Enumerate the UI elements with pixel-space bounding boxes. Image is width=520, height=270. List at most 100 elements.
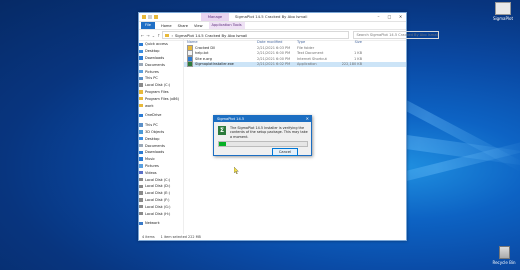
- drive-icon: [139, 177, 143, 182]
- file-name-cell: SigmaplotInstaller.exe: [187, 61, 257, 68]
- file-type: Text Document: [297, 51, 324, 56]
- close-button[interactable]: ✕: [395, 13, 406, 21]
- document-icon: [139, 63, 143, 67]
- file-date: 2/21/2021 6:00 PM: [257, 51, 291, 56]
- folder-icon: [139, 90, 143, 94]
- column-header-size[interactable]: Size: [332, 40, 362, 44]
- nav-item[interactable]: Documents: [139, 142, 183, 149]
- nav-item-label: This PC: [145, 123, 158, 128]
- folder-icon: [142, 15, 146, 19]
- nav-item[interactable]: This PC: [139, 122, 183, 129]
- navigation-pane: Quick access Desktop Downloads Documents Pic…: [139, 39, 184, 234]
- cube-icon: [139, 130, 143, 134]
- nav-item[interactable]: Local Disk (C:): [139, 176, 183, 183]
- installer-icon: [187, 61, 193, 68]
- nav-item-label: Local Disk (E:): [145, 191, 170, 196]
- maximize-button[interactable]: □: [384, 13, 395, 21]
- nav-item-label: Music: [145, 157, 155, 162]
- picture-icon: [139, 69, 143, 74]
- star-icon: [139, 42, 143, 47]
- nav-item-label: 3D Objects: [145, 129, 165, 134]
- tab-home[interactable]: Home: [161, 24, 172, 28]
- recent-locations-icon[interactable]: ⌄: [152, 33, 155, 38]
- nav-item[interactable]: Local Disk (H:): [139, 210, 183, 217]
- ribbon-tabs: File Home Share View Application Tools: [139, 22, 406, 30]
- folder-icon: [139, 97, 143, 101]
- nav-item-label: Quick access: [145, 42, 168, 47]
- nav-item[interactable]: Documents: [139, 61, 183, 68]
- nav-item-label: Pictures: [145, 163, 159, 168]
- nav-item[interactable]: Videos: [139, 169, 183, 176]
- folder-icon: [165, 33, 170, 37]
- column-header-type[interactable]: Type: [297, 40, 332, 44]
- file-date: 2/21/2021 6:00 PM: [257, 56, 291, 61]
- desktop-icon-recycle-bin[interactable]: Recycle Bin: [489, 246, 519, 265]
- cancel-button[interactable]: Cancel: [272, 148, 298, 156]
- minimize-button[interactable]: –: [373, 13, 384, 21]
- tab-application-tools[interactable]: Application Tools: [208, 22, 245, 29]
- nav-item-label: Program Files: [145, 89, 169, 94]
- tab-file[interactable]: File: [141, 22, 156, 29]
- video-icon: [139, 171, 143, 175]
- column-header-date[interactable]: Date modified: [257, 40, 297, 44]
- nav-item[interactable]: Local Disk (E:): [139, 190, 183, 197]
- download-icon: [139, 56, 143, 60]
- nav-item[interactable]: This PC: [139, 75, 183, 82]
- tab-manage[interactable]: Manage: [201, 13, 229, 21]
- search-input[interactable]: Search SigmaPlot 14.5 Cracked By Abo Ism…: [353, 31, 440, 39]
- nav-item[interactable]: Local Disk (G:): [139, 203, 183, 210]
- file-size: 1 KB: [353, 51, 362, 56]
- dialog-message: The SigmaPlot 14.5 Installer is verifyin…: [230, 126, 308, 139]
- nav-item[interactable]: Desktop: [139, 135, 183, 142]
- nav-item-label: Pictures: [145, 69, 159, 74]
- address-path: SigmaPlot 14.5 Cracked By Abo Ismail: [174, 32, 248, 38]
- selection-info: 1 item selected 222 MB: [160, 235, 201, 239]
- nav-item[interactable]: OneDrive: [139, 112, 183, 119]
- nav-item[interactable]: Pictures: [139, 163, 183, 170]
- nav-item[interactable]: Network: [139, 220, 183, 227]
- music-icon: [139, 157, 143, 161]
- installer-icon: Σ: [218, 126, 226, 135]
- nav-item-label: This PC: [145, 76, 158, 81]
- file-row[interactable]: SigmaplotInstaller.exe 2/21/2021 6:02 PM A…: [184, 61, 406, 68]
- file-name: Site e.org: [195, 56, 212, 61]
- download-icon: [139, 150, 143, 155]
- nav-item[interactable]: work: [139, 102, 183, 109]
- file-type: File folder: [297, 45, 315, 50]
- nav-item[interactable]: Music: [139, 156, 183, 163]
- nav-item[interactable]: Program Files: [139, 89, 183, 96]
- tab-view[interactable]: View: [194, 24, 203, 28]
- nav-item[interactable]: Local Disk (F:): [139, 197, 183, 204]
- nav-item[interactable]: Pictures: [139, 68, 183, 75]
- nav-item[interactable]: 3D Objects: [139, 129, 183, 136]
- file-name: Cracked Dll: [195, 45, 215, 50]
- app-icon: [495, 2, 511, 15]
- nav-item[interactable]: Downloads: [139, 55, 183, 62]
- back-arrow-icon[interactable]: ←: [141, 33, 144, 38]
- desktop-icon-sigmaplot[interactable]: SigmaPlot: [488, 2, 518, 21]
- properties-icon[interactable]: [148, 15, 152, 19]
- nav-item-label: Desktop: [145, 49, 160, 54]
- nav-item-label: Local Disk (G:): [145, 204, 171, 209]
- up-arrow-icon[interactable]: ↑: [157, 33, 160, 38]
- drive-icon: [139, 198, 143, 202]
- nav-item[interactable]: Local Disk (C:): [139, 82, 183, 89]
- nav-item[interactable]: Downloads: [139, 149, 183, 156]
- column-header-name[interactable]: Name: [187, 40, 257, 44]
- nav-item[interactable]: Desktop: [139, 48, 183, 55]
- nav-item[interactable]: Quick access: [139, 41, 183, 48]
- file-type: Application: [297, 62, 317, 67]
- forward-arrow-icon[interactable]: →: [146, 33, 149, 38]
- tab-share[interactable]: Share: [178, 24, 188, 28]
- nav-item-label: Downloads: [145, 55, 165, 60]
- chevron-right-icon: ›: [171, 32, 173, 38]
- new-folder-icon[interactable]: [154, 15, 158, 19]
- address-bar[interactable]: › SigmaPlot 14.5 Cracked By Abo Ismail: [162, 31, 350, 39]
- nav-item-label: Local Disk (H:): [145, 211, 171, 216]
- nav-item[interactable]: Local Disk (D:): [139, 183, 183, 190]
- search-placeholder: Search SigmaPlot 14.5 Cracked By Abo Ism…: [356, 33, 439, 37]
- nav-item-label: Local Disk (C:): [145, 177, 171, 182]
- drive-icon: [139, 205, 143, 209]
- nav-item[interactable]: Program Files (x86): [139, 95, 183, 102]
- mouse-cursor-icon: [234, 167, 239, 174]
